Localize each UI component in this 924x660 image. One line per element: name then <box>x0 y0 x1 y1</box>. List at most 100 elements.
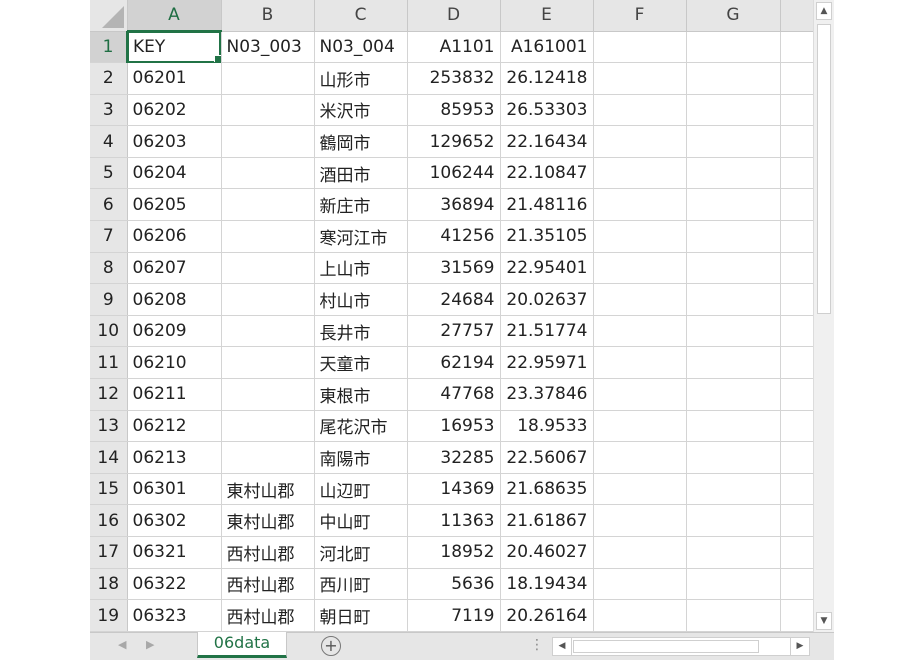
horizontal-scrollbar[interactable]: ◀ ▶ <box>552 637 810 656</box>
cell-e[interactable]: 26.53303 <box>500 94 594 127</box>
cell-d[interactable]: 11363 <box>407 504 501 537</box>
cell-d[interactable]: A1101 <box>407 31 501 64</box>
empty-cell[interactable] <box>686 252 781 285</box>
cell-d[interactable]: 85953 <box>407 94 501 127</box>
empty-cell[interactable] <box>593 252 687 285</box>
plus-circle-icon[interactable]: + <box>321 636 341 656</box>
cell-e[interactable]: 22.10847 <box>500 157 594 190</box>
empty-cell[interactable] <box>686 157 781 190</box>
column-header-a[interactable]: A <box>127 0 222 32</box>
cell-a[interactable]: 06205 <box>127 188 222 222</box>
vertical-scrollbar[interactable]: ▲ ▼ <box>813 0 834 632</box>
cell-d[interactable]: 47768 <box>407 378 501 411</box>
row-header[interactable]: 9 <box>90 283 128 316</box>
cell-b[interactable] <box>221 157 315 190</box>
cell-c[interactable]: 米沢市 <box>314 94 408 127</box>
empty-cell[interactable] <box>780 568 814 601</box>
cell-e[interactable]: 21.48116 <box>500 188 594 222</box>
empty-cell[interactable] <box>593 31 687 64</box>
empty-cell[interactable] <box>593 157 687 190</box>
empty-cell[interactable] <box>686 283 781 316</box>
column-header-h-partial[interactable] <box>780 0 814 32</box>
cell-a[interactable]: 06207 <box>127 252 222 285</box>
row-header[interactable]: 4 <box>90 125 128 158</box>
empty-cell[interactable] <box>593 220 687 253</box>
row-header[interactable]: 8 <box>90 252 128 285</box>
cell-b[interactable] <box>221 220 315 253</box>
empty-cell[interactable] <box>686 94 781 127</box>
column-header-b[interactable]: B <box>221 0 315 32</box>
cell-a[interactable]: 06212 <box>127 410 222 443</box>
cell-d[interactable]: 24684 <box>407 283 501 316</box>
empty-cell[interactable] <box>780 536 814 569</box>
row-header[interactable]: 16 <box>90 504 128 537</box>
empty-cell[interactable] <box>593 378 687 411</box>
column-header-c[interactable]: C <box>314 0 408 32</box>
cell-b[interactable] <box>221 441 315 474</box>
column-header-d[interactable]: D <box>407 0 501 32</box>
cell-c[interactable]: 酒田市 <box>314 157 408 190</box>
empty-cell[interactable] <box>686 441 781 474</box>
cell-b[interactable] <box>221 346 315 380</box>
cell-b[interactable]: 西村山郡 <box>221 599 315 632</box>
cell-e[interactable]: 22.95971 <box>500 346 594 380</box>
cell-d[interactable]: 106244 <box>407 157 501 190</box>
empty-cell[interactable] <box>686 378 781 411</box>
empty-cell[interactable] <box>780 62 814 95</box>
cell-e[interactable]: 18.19434 <box>500 568 594 601</box>
row-header[interactable]: 13 <box>90 410 128 443</box>
cell-b[interactable] <box>221 315 315 348</box>
cell-a[interactable]: 06206 <box>127 220 222 253</box>
cell-a[interactable]: 06209 <box>127 315 222 348</box>
empty-cell[interactable] <box>780 473 814 506</box>
empty-cell[interactable] <box>780 315 814 348</box>
cell-d[interactable]: 27757 <box>407 315 501 348</box>
cell-d[interactable]: 41256 <box>407 220 501 253</box>
cell-e[interactable]: 20.46027 <box>500 536 594 569</box>
horizontal-scroll-thumb[interactable] <box>573 640 759 653</box>
cell-e[interactable]: 26.12418 <box>500 62 594 95</box>
tab-splitter-handle[interactable]: ⋮ <box>530 637 544 653</box>
empty-cell[interactable] <box>593 62 687 95</box>
cell-c[interactable]: N03_004 <box>314 31 408 64</box>
cell-d[interactable]: 129652 <box>407 125 501 158</box>
cell-b[interactable] <box>221 252 315 285</box>
cell-a[interactable]: 06201 <box>127 62 222 95</box>
empty-cell[interactable] <box>780 188 814 222</box>
row-header[interactable]: 1 <box>90 31 128 64</box>
cell-b[interactable]: 西村山郡 <box>221 568 315 601</box>
empty-cell[interactable] <box>780 346 814 380</box>
cell-d[interactable]: 5636 <box>407 568 501 601</box>
cell-c[interactable]: 上山市 <box>314 252 408 285</box>
row-header[interactable]: 12 <box>90 378 128 411</box>
sheet-tab-06data[interactable]: 06data <box>197 632 287 658</box>
vertical-scroll-thumb[interactable] <box>817 24 831 314</box>
select-all-button[interactable] <box>90 0 128 32</box>
empty-cell[interactable] <box>593 441 687 474</box>
empty-cell[interactable] <box>593 568 687 601</box>
row-header[interactable]: 19 <box>90 599 128 632</box>
cell-e[interactable]: 22.56067 <box>500 441 594 474</box>
cell-c[interactable]: 西川町 <box>314 568 408 601</box>
empty-cell[interactable] <box>593 473 687 506</box>
row-header[interactable]: 11 <box>90 346 128 380</box>
cell-e[interactable]: 18.9533 <box>500 410 594 443</box>
row-header[interactable]: 15 <box>90 473 128 506</box>
cell-a[interactable]: 06301 <box>127 473 222 506</box>
cell-c[interactable]: 長井市 <box>314 315 408 348</box>
empty-cell[interactable] <box>686 473 781 506</box>
cell-e[interactable]: 21.35105 <box>500 220 594 253</box>
cell-d[interactable]: 16953 <box>407 410 501 443</box>
empty-cell[interactable] <box>780 157 814 190</box>
cell-c[interactable]: 河北町 <box>314 536 408 569</box>
empty-cell[interactable] <box>686 188 781 222</box>
row-header[interactable]: 7 <box>90 220 128 253</box>
cell-b[interactable]: 西村山郡 <box>221 536 315 569</box>
cell-c[interactable]: 寒河江市 <box>314 220 408 253</box>
row-header[interactable]: 18 <box>90 568 128 601</box>
empty-cell[interactable] <box>686 504 781 537</box>
arrow-right-icon[interactable]: ▶ <box>790 638 809 655</box>
empty-cell[interactable] <box>686 599 781 632</box>
cell-e[interactable]: 23.37846 <box>500 378 594 411</box>
empty-cell[interactable] <box>593 315 687 348</box>
